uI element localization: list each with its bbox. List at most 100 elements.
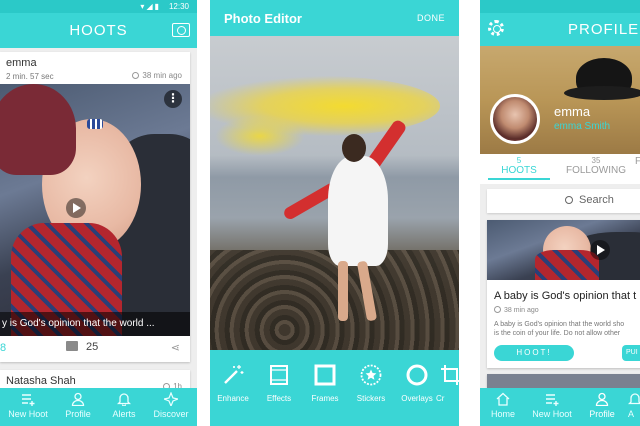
tab-label: New Hoot	[532, 409, 572, 419]
tool-effects[interactable]: Effects	[256, 364, 302, 403]
post-body-line: is the coin of your life. Do not allow o…	[494, 330, 621, 337]
tab-new-hoot[interactable]: New Hoot	[528, 392, 576, 419]
new-hoot-icon	[546, 394, 559, 406]
film-icon	[270, 365, 288, 385]
showcase-stage: ▾◢▮ 12:30 HOOTS emma 2 min. 57 sec 38 mi…	[0, 0, 640, 426]
circle-overlay-icon	[406, 364, 428, 386]
new-hoot-icon	[22, 394, 35, 406]
tool-label: Overlays	[401, 394, 433, 403]
app-bar: HOOTS	[0, 13, 197, 48]
profile-screen: PROFILE emma emma Smith 5 HOOTS 35 FOLLO…	[480, 0, 640, 426]
post-caption: y is God's opinion that the world ...	[2, 318, 155, 329]
tab-followers[interactable]: F	[633, 156, 640, 167]
more-options-icon[interactable]: ⋮	[164, 90, 182, 108]
bottom-tab-bar: New Hoot Profile Alerts Discover	[0, 388, 197, 426]
comments-count: 25	[86, 341, 99, 353]
post-ago-text: 38 min ago	[504, 307, 539, 314]
gear-icon[interactable]	[488, 20, 504, 36]
post-username[interactable]: emma	[6, 57, 37, 69]
tab-label: Home	[490, 409, 515, 419]
play-icon[interactable]	[66, 198, 86, 218]
done-button[interactable]: DONE	[417, 13, 445, 23]
photo-shirt-shape	[535, 250, 599, 280]
post-timestamp: 38 min ago	[494, 306, 539, 314]
clock-icon	[494, 306, 501, 313]
editor-app-bar: Photo Editor DONE	[210, 0, 459, 36]
status-bar: ▾◢▮ 12:30	[0, 0, 197, 13]
tab-label: Profile	[65, 409, 91, 419]
tab-home[interactable]: Home	[486, 392, 520, 419]
tab-profile[interactable]: Profile	[584, 392, 620, 419]
photo-girl-head	[342, 134, 366, 162]
tab-alerts[interactable]: A	[628, 392, 640, 419]
editor-toolbar: Enhance Effects Frames Stickers Overlays…	[210, 350, 459, 426]
post-title: A baby is God's opinion that t	[494, 290, 637, 302]
stat-label: F	[634, 156, 640, 167]
post-duration: 2 min. 57 sec	[6, 72, 54, 81]
bell-icon	[117, 393, 131, 406]
tab-hoots[interactable]: 5 HOOTS	[488, 156, 550, 180]
photo-yellow-smoke	[215, 116, 305, 156]
post-timestamp: 38 min ago	[132, 71, 182, 80]
photo-editor-screen: Photo Editor DONE Enhance Effects Frames…	[210, 0, 459, 426]
tool-overlays[interactable]: Overlays	[394, 364, 440, 403]
bell-icon	[628, 393, 640, 405]
stat-label: HOOTS	[501, 165, 537, 176]
next-hoot-card[interactable]	[487, 374, 640, 388]
hoots-feed-screen: ▾◢▮ 12:30 HOOTS emma 2 min. 57 sec 38 mi…	[0, 0, 197, 426]
hoot-button[interactable]: HOOT!	[494, 345, 574, 361]
tab-alerts[interactable]: Alerts	[104, 392, 144, 419]
tool-label: Frames	[311, 394, 339, 403]
star-badge-icon	[360, 364, 382, 386]
tab-following[interactable]: 35 FOLLOWING	[564, 156, 628, 176]
tool-label: Cr	[436, 394, 445, 403]
cover-hat-brim	[564, 86, 640, 100]
search-input[interactable]: Search	[487, 189, 640, 213]
tool-crop[interactable]: Cr	[436, 364, 459, 403]
editor-photo-canvas[interactable]	[210, 36, 459, 350]
camera-icon[interactable]	[172, 23, 190, 37]
post-username[interactable]: Natasha Shah	[6, 375, 76, 387]
page-title: HOOTS	[69, 22, 128, 39]
profile-icon	[595, 392, 609, 406]
comment-icon[interactable]	[66, 341, 78, 351]
active-tab-indicator	[488, 178, 550, 180]
photo-girl-dress	[328, 156, 388, 266]
tab-profile[interactable]: Profile	[58, 392, 98, 419]
tool-enhance[interactable]: Enhance	[210, 364, 256, 403]
profile-icon	[71, 392, 85, 406]
tool-label: Enhance	[217, 394, 249, 403]
share-icon[interactable]: ⋖	[171, 341, 180, 354]
post-photo[interactable]: ⋮ y is God's opinion that the world ...	[0, 84, 190, 336]
tool-label: Effects	[266, 394, 292, 403]
avatar[interactable]	[490, 94, 540, 144]
compass-icon	[164, 392, 178, 406]
profile-name: emma	[554, 104, 591, 119]
home-icon	[496, 392, 510, 406]
tab-label: A	[628, 409, 635, 419]
status-time: 12:30	[168, 2, 189, 11]
photo-girl-leg	[338, 261, 348, 321]
profile-stats-tabs: 5 HOOTS 35 FOLLOWING F	[480, 154, 640, 184]
search-placeholder: Search	[579, 194, 614, 206]
tool-stickers[interactable]: Stickers	[348, 364, 394, 403]
tool-frames[interactable]: Frames	[302, 364, 348, 403]
post-photo[interactable]	[487, 220, 640, 280]
tool-label: Stickers	[356, 394, 386, 403]
publish-button[interactable]: PUI	[622, 345, 640, 361]
tab-discover[interactable]: Discover	[148, 392, 194, 419]
photo-bow-shape	[87, 119, 104, 130]
tab-new-hoot[interactable]: New Hoot	[4, 392, 52, 419]
search-icon	[565, 196, 573, 204]
tab-label: New Hoot	[8, 409, 48, 419]
tab-label: Alerts	[112, 409, 136, 419]
play-icon[interactable]	[590, 240, 610, 260]
status-bar	[480, 0, 640, 13]
frame-icon	[314, 364, 336, 386]
hoot-card[interactable]: emma 2 min. 57 sec 38 min ago ⋮ y is God…	[0, 52, 190, 362]
tab-label: Discover	[153, 409, 189, 419]
likes-count[interactable]: 8	[0, 342, 6, 354]
photo-hat-shape	[0, 84, 76, 175]
post-body-line: A baby is God's opinion that the world s…	[494, 321, 625, 328]
profile-app-bar: PROFILE	[480, 13, 640, 46]
